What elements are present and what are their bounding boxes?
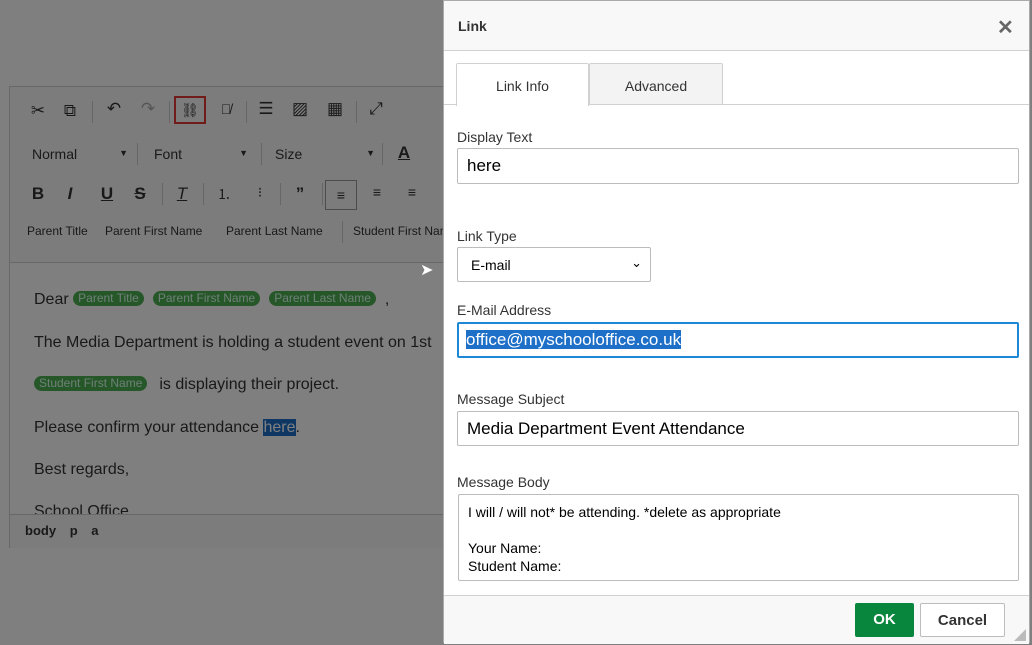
dialog-title: Link <box>458 18 487 34</box>
cancel-button[interactable]: Cancel <box>920 603 1005 637</box>
email-input[interactable]: office@myschooloffice.co.uk <box>457 322 1019 358</box>
display-text-label: Display Text <box>457 129 533 145</box>
tab-link-info[interactable]: Link Info <box>456 63 589 106</box>
message-body-textarea[interactable]: I will / will not* be attending. *delete… <box>458 494 1019 581</box>
subject-label: Message Subject <box>457 391 565 407</box>
email-value: office@myschooloffice.co.uk <box>466 330 682 349</box>
ok-button[interactable]: OK <box>855 603 914 637</box>
close-icon[interactable]: ✕ <box>997 15 1014 40</box>
link-type-label: Link Type <box>457 228 517 244</box>
display-text-input[interactable] <box>457 148 1019 184</box>
tab-advanced[interactable]: Advanced <box>589 63 723 105</box>
link-type-value: E-mail <box>471 257 511 273</box>
link-dialog: Link ✕ Link Info Advanced Display Text L… <box>443 0 1030 644</box>
dialog-header: Link ✕ <box>444 1 1029 51</box>
subject-input[interactable] <box>457 411 1019 446</box>
body-label: Message Body <box>457 474 550 490</box>
link-type-select[interactable]: E-mail ⌄ <box>457 247 651 282</box>
chevron-down-icon: ⌄ <box>631 255 642 270</box>
email-label: E-Mail Address <box>457 302 552 318</box>
mouse-cursor-icon: ➤ <box>420 262 434 279</box>
resize-handle-icon[interactable] <box>1014 629 1026 641</box>
dialog-footer: OK Cancel <box>444 595 1029 644</box>
